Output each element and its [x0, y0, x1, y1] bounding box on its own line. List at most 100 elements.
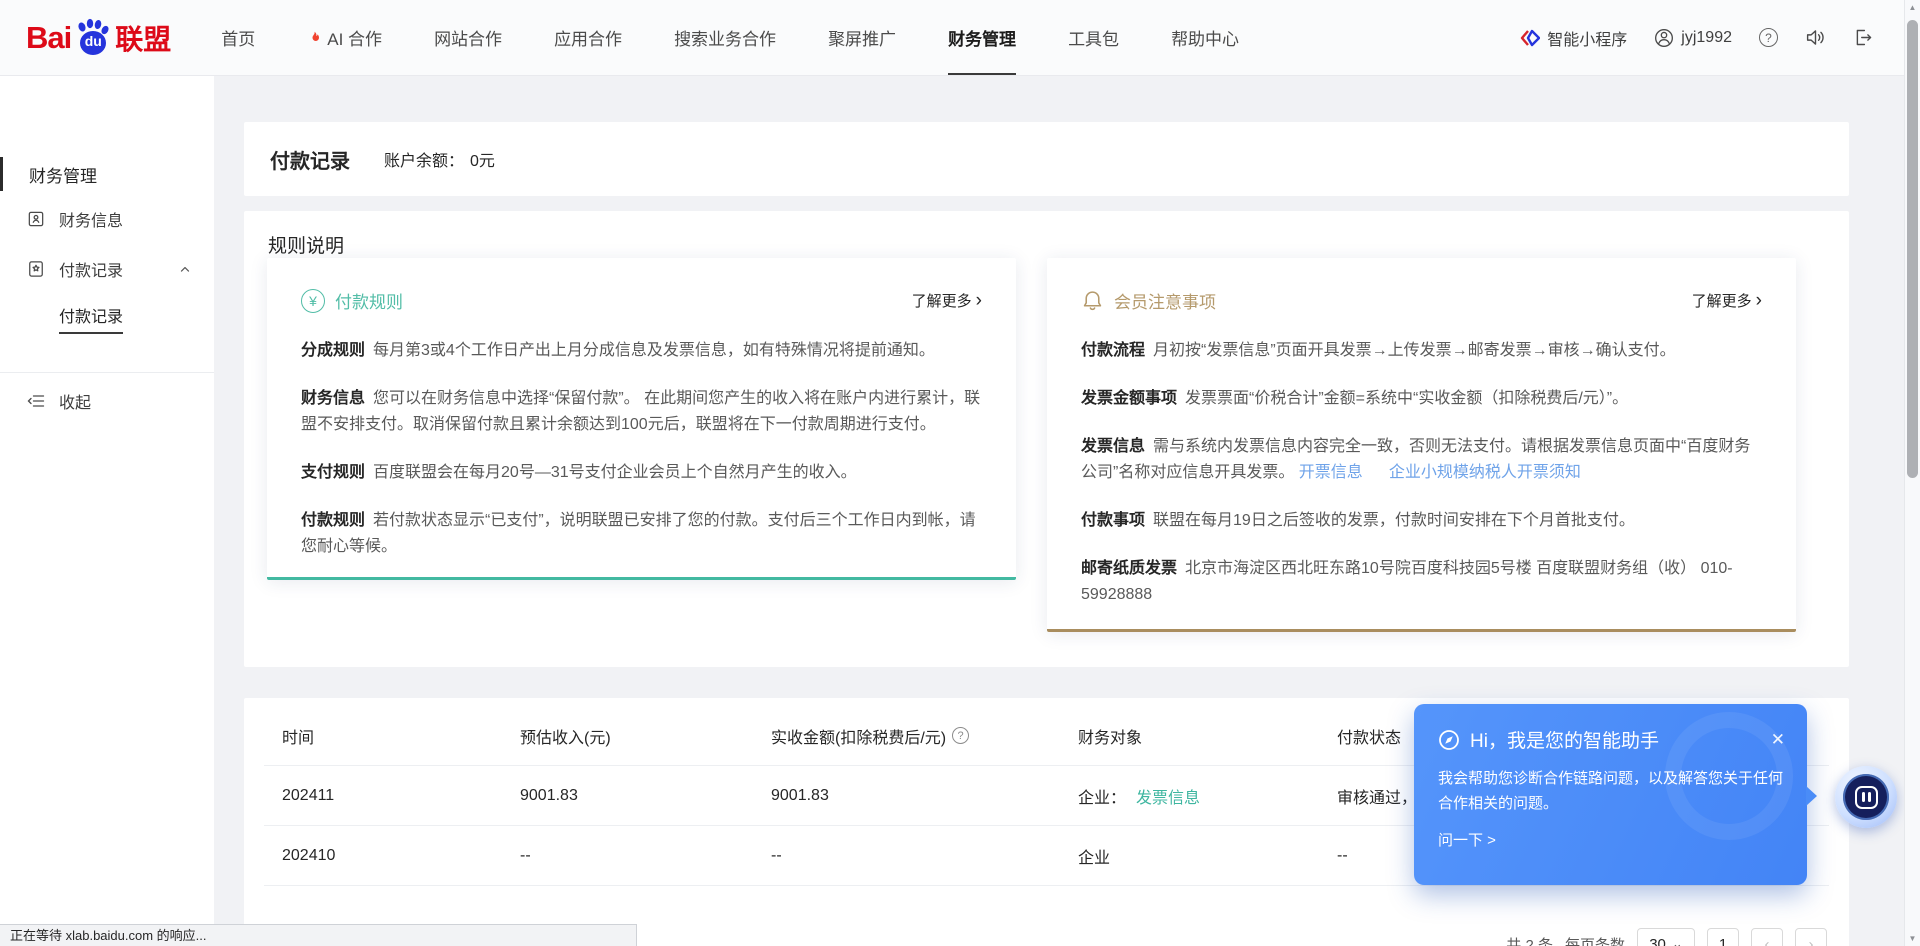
bell-icon — [1081, 289, 1104, 312]
member-notes-subcard: 会员注意事项 了解更多› 付款流程月初按“发票信息”页面开具发票→上传发票→邮寄… — [1047, 258, 1796, 632]
col-header-time: 时间 — [282, 724, 520, 748]
assistant-title: Hi，我是您的智能助手 — [1470, 726, 1659, 753]
learn-more-link-right[interactable]: 了解更多› — [1692, 290, 1762, 311]
col-header-entity: 财务对象 — [1078, 724, 1337, 748]
robot-face-icon — [1843, 774, 1889, 820]
cell-actual: 9001.83 — [771, 787, 1078, 805]
member-notes-body: 付款流程月初按“发票信息”页面开具发票→上传发票→邮寄发票→审核→确认支付。 发… — [1081, 338, 1762, 608]
nav-item-juping[interactable]: 聚屏推广 — [802, 0, 922, 75]
payment-rules-subcard: ¥ 付款规则 了解更多› 分成规则每月第3或4个工作日产出上月分成信息及发票信息… — [267, 258, 1016, 580]
invoice-info-link[interactable]: 开票信息 — [1299, 464, 1363, 481]
cell-time: 202410 — [282, 847, 520, 865]
sound-icon[interactable] — [1805, 27, 1826, 48]
chevron-right-icon: › — [976, 294, 982, 308]
rule-item: 发票信息需与系统内发票信息内容完全一致，否则无法支付。请根据发票信息页面中“百度… — [1081, 434, 1762, 486]
finance-info-icon — [26, 209, 46, 229]
baidu-paw-icon: du — [72, 17, 114, 59]
flame-icon — [307, 29, 322, 47]
rule-item: 付款规则若付款状态显示“已支付”，说明联盟已安排了您的付款。支付后三个工作日内到… — [301, 508, 982, 560]
cell-estimated: -- — [520, 847, 771, 865]
col-header-estimated: 预估收入(元) — [520, 724, 771, 748]
total-count: 共 2 条 — [1506, 934, 1553, 946]
invoice-info-table-link[interactable]: 发票信息 — [1136, 784, 1200, 808]
sidebar-item-payment-records[interactable]: 付款记录 — [0, 244, 214, 294]
main-nav: 首页 AI 合作 网站合作 应用合作 搜索业务合作 聚屏推广 财务管理 工具包 … — [195, 0, 1265, 75]
cell-actual: -- — [771, 847, 1078, 865]
scroll-down-icon[interactable]: ▼ — [1905, 934, 1920, 943]
prev-page-button[interactable]: ‹ — [1751, 928, 1783, 946]
browser-status-bar: 正在等待 xlab.baidu.com 的响应... — [0, 924, 637, 946]
cell-entity: 企业： 发票信息 — [1078, 784, 1337, 808]
cell-estimated: 9001.83 — [520, 787, 771, 805]
page: Bai du 联盟 首页 AI 合作 网站合作 — [0, 0, 1920, 946]
rule-item: 付款流程月初按“发票信息”页面开具发票→上传发票→邮寄发票→审核→确认支付。 — [1081, 338, 1762, 364]
per-page-select[interactable]: 30 ⌄ — [1637, 928, 1695, 946]
page-title: 付款记录 — [270, 145, 350, 174]
balance-label: 账户余额： — [384, 153, 464, 170]
nav-item-app[interactable]: 应用合作 — [528, 0, 648, 75]
sidebar-group-title: 财务管理 — [0, 154, 214, 194]
pagination: 共 2 条 每页条数 30 ⌄ 1 ‹ › — [1506, 928, 1827, 946]
payment-rules-body: 分成规则每月第3或4个工作日产出上月分成信息及发票信息，如有特殊情况将提前通知。… — [301, 338, 982, 560]
cell-entity: 企业 — [1078, 844, 1337, 868]
scroll-up-icon[interactable]: ▲ — [1905, 3, 1920, 12]
rule-item: 分成规则每月第3或4个工作日产出上月分成信息及发票信息，如有特殊情况将提前通知。 — [301, 338, 982, 364]
small-taxpayer-notice-link[interactable]: 企业小规模纳税人开票须知 — [1389, 464, 1581, 481]
assistant-robot-avatar[interactable] — [1835, 766, 1897, 828]
compass-icon — [1438, 729, 1460, 751]
balance-value: 0元 — [470, 153, 495, 170]
assistant-ask-link[interactable]: 问一下 > — [1414, 816, 1807, 850]
miniapp-diamond-icon — [1520, 28, 1540, 48]
rule-item: 支付规则百度联盟会在每月20号—31号支付企业会员上个自然月产生的收入。 — [301, 460, 982, 486]
logo-text-union: 联盟 — [115, 18, 171, 58]
chevron-up-icon[interactable] — [178, 262, 192, 276]
nav-item-search-business[interactable]: 搜索业务合作 — [648, 0, 802, 75]
learn-more-link-left[interactable]: 了解更多› — [912, 290, 982, 311]
logo-text-du: du — [85, 33, 102, 49]
nav-item-toolkit[interactable]: 工具包 — [1042, 0, 1145, 75]
logout-icon[interactable] — [1853, 27, 1874, 48]
assistant-popup: Hi，我是您的智能助手 ✕ 我会帮助您诊断合作链路问题，以及解答您关于任何合作相… — [1414, 704, 1807, 885]
rule-item: 财务信息您可以在财务信息中选择“保留付款”。 在此期间您产生的收入将在账户内进行… — [301, 386, 982, 438]
sidebar-collapse-button[interactable]: 收起 — [0, 373, 214, 429]
rules-card: 规则说明 ¥ 付款规则 了解更多› 分成规则每月第3或4个工作日产出上月分成信息… — [244, 211, 1849, 667]
next-page-button[interactable]: › — [1795, 928, 1827, 946]
sidebar-subitem-payment-records[interactable]: 付款记录 — [0, 294, 214, 342]
user-account[interactable]: jyj1992 — [1654, 28, 1732, 48]
nav-item-home[interactable]: 首页 — [195, 0, 281, 75]
collapse-icon — [26, 391, 46, 411]
help-icon[interactable]: ? — [1759, 28, 1778, 47]
nav-item-help-center[interactable]: 帮助中心 — [1145, 0, 1265, 75]
nav-item-finance[interactable]: 财务管理 — [922, 0, 1042, 75]
page-number-button[interactable]: 1 — [1707, 928, 1739, 946]
baidu-union-logo[interactable]: Bai du 联盟 — [26, 17, 171, 59]
member-notes-head: 会员注意事项 了解更多› — [1081, 258, 1762, 313]
nav-item-ai[interactable]: AI 合作 — [281, 0, 408, 75]
account-balance: 账户余额： 0元 — [384, 147, 495, 171]
assistant-header: Hi，我是您的智能助手 ✕ — [1414, 704, 1807, 753]
sidebar: 财务管理 财务信息 付款记录 付款记 — [0, 76, 214, 946]
rule-item: 邮寄纸质发票北京市海淀区西北旺东路10号院百度科技园5号楼 百度联盟财务组（收）… — [1081, 556, 1762, 608]
nav-item-website[interactable]: 网站合作 — [408, 0, 528, 75]
yen-circle-icon: ¥ — [301, 289, 325, 313]
scrollbar-thumb[interactable] — [1907, 20, 1918, 478]
col-header-actual: 实收金额(扣除税费后/元) ? — [771, 724, 1078, 748]
close-icon[interactable]: ✕ — [1771, 730, 1785, 750]
chevron-right-icon: › — [1756, 294, 1762, 308]
payment-records-icon — [26, 259, 46, 279]
per-page-label: 每页条数 — [1565, 934, 1625, 946]
cell-time: 202411 — [282, 787, 520, 805]
caret-down-icon: ⌄ — [1672, 940, 1683, 946]
rule-item: 发票金额事项发票票面“价税合计”金额=系统中“实收金额（扣除税费后/元）”。 — [1081, 386, 1762, 412]
logo-text-bai: Bai — [26, 20, 71, 56]
payment-rules-head: ¥ 付款规则 了解更多› — [301, 258, 982, 313]
topnav-right: 智能小程序 jyj1992 ? — [1520, 26, 1874, 50]
vertical-scrollbar[interactable]: ▲ ▼ — [1904, 0, 1920, 946]
sidebar-item-finance-info[interactable]: 财务信息 — [0, 194, 214, 244]
top-navigation: Bai du 联盟 首页 AI 合作 网站合作 — [0, 0, 1920, 76]
miniapp-entry[interactable]: 智能小程序 — [1520, 26, 1627, 50]
column-help-icon[interactable]: ? — [952, 727, 969, 744]
username: jyj1992 — [1681, 29, 1732, 47]
payment-records-header-card: 付款记录 账户余额： 0元 — [244, 122, 1849, 196]
user-icon — [1654, 28, 1674, 48]
